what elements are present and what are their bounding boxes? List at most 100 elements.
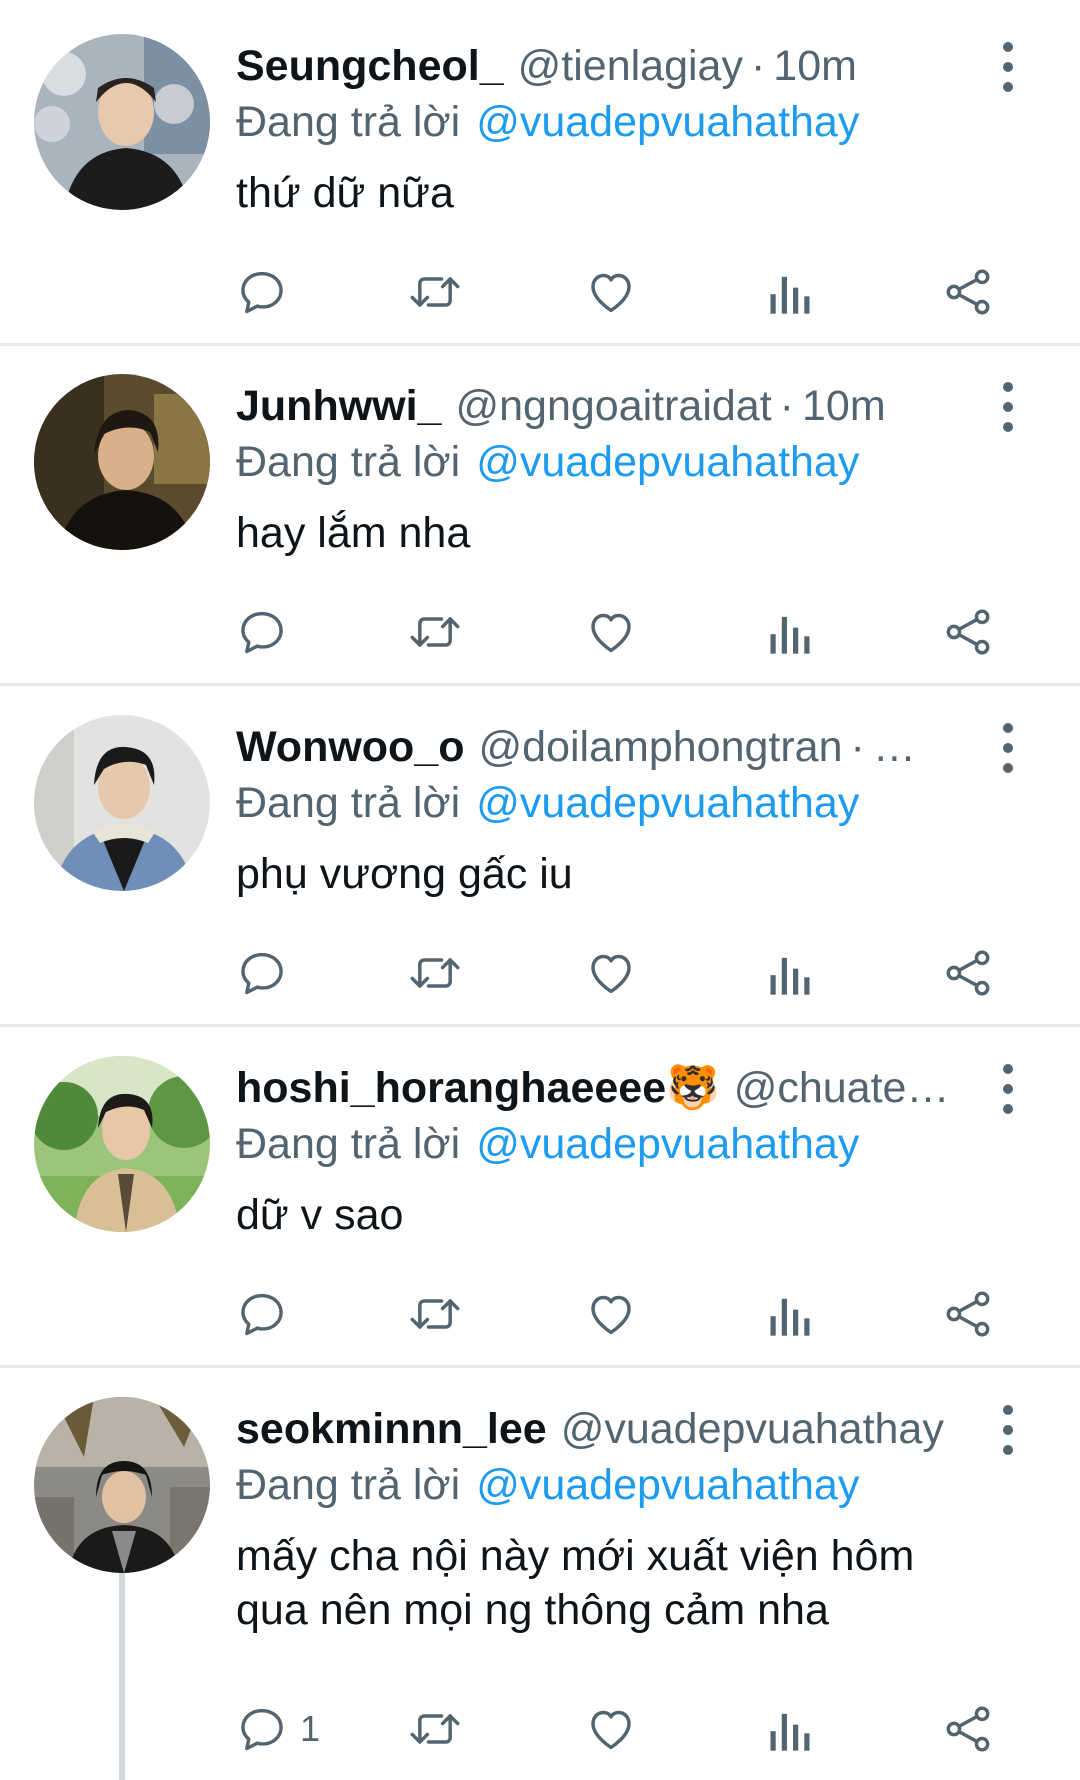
tweet-text: hay lắm nha <box>236 509 471 557</box>
views-button[interactable] <box>768 943 812 1003</box>
separator-dot: · <box>779 382 794 430</box>
timestamp[interactable]: … <box>873 717 916 777</box>
replying-to: Đang trả lời @vuadepvuahathay <box>236 1455 859 1515</box>
retweet-icon <box>410 277 460 307</box>
tweet-text: thứ dữ nữa <box>236 169 454 217</box>
replying-to-label: Đang trả lời <box>236 1120 461 1168</box>
like-icon <box>591 613 631 653</box>
action-bar <box>236 262 1016 322</box>
reply-button[interactable] <box>236 262 300 322</box>
user-handle[interactable]: @doilamphongtran <box>479 717 843 777</box>
more-icon[interactable] <box>990 382 1026 432</box>
retweet-icon <box>410 958 460 988</box>
user-handle[interactable]: @chuatenha <box>734 1058 956 1118</box>
action-bar <box>236 943 1016 1003</box>
tweet[interactable]: Wonwoo_o @doilamphongtran · … Đang trả l… <box>0 681 1080 1024</box>
share-button[interactable] <box>942 602 994 662</box>
like-button[interactable] <box>584 602 638 662</box>
tweet-header: hoshi_horanghaeeee 🐯 @chuatenha <box>236 1058 956 1118</box>
reply-icon <box>241 952 283 995</box>
replying-to-mention[interactable]: @vuadepvuahathay <box>476 1461 859 1509</box>
user-handle[interactable]: @tienlagiay <box>518 36 743 96</box>
replying-to-mention[interactable]: @vuadepvuahathay <box>476 779 859 827</box>
separator-dot: · <box>850 723 865 771</box>
share-icon <box>946 269 990 315</box>
retweet-icon <box>410 1714 460 1744</box>
share-icon <box>946 1291 990 1337</box>
avatar[interactable] <box>34 1056 210 1232</box>
views-button[interactable] <box>768 602 812 662</box>
retweet-button[interactable] <box>406 1284 464 1344</box>
views-icon <box>770 1298 810 1336</box>
tweet-header: seokminnn_lee @vuadepvuahathay <box>236 1399 956 1459</box>
tweet-text: mấy cha nội này mới xuất viện hôm qua nê… <box>236 1532 915 1634</box>
replying-to: Đang trả lời @vuadepvuahathay <box>236 773 859 833</box>
share-icon <box>946 950 990 996</box>
views-icon <box>770 957 810 995</box>
like-icon <box>591 1295 631 1335</box>
display-name[interactable]: hoshi_horanghaeeee <box>236 1058 666 1118</box>
retweet-button[interactable] <box>406 943 464 1003</box>
retweet-button[interactable] <box>406 1699 464 1759</box>
thread-connector <box>119 1573 125 1780</box>
avatar[interactable] <box>34 1397 210 1573</box>
more-icon[interactable] <box>990 1405 1026 1455</box>
views-button[interactable] <box>768 1284 812 1344</box>
replying-to: Đang trả lời @vuadepvuahathay <box>236 92 859 152</box>
tweet-header: Junhwwi_ @ngngoaitraidat · 10m <box>236 376 956 436</box>
action-bar <box>236 1284 1016 1344</box>
user-handle[interactable]: @ngngoaitraidat <box>455 376 771 436</box>
display-name[interactable]: Seungcheol_ <box>236 36 504 96</box>
views-icon <box>770 616 810 654</box>
tweet[interactable]: hoshi_horanghaeeee 🐯 @chuatenha Đang trả… <box>0 1022 1080 1365</box>
tweet-header: Wonwoo_o @doilamphongtran · … <box>236 717 956 777</box>
reply-button[interactable] <box>236 943 300 1003</box>
retweet-icon <box>410 1299 460 1329</box>
replying-to-mention[interactable]: @vuadepvuahathay <box>476 98 859 146</box>
more-icon[interactable] <box>990 723 1026 773</box>
replying-to-label: Đang trả lời <box>236 1461 461 1509</box>
avatar[interactable] <box>34 374 210 550</box>
more-icon[interactable] <box>990 42 1026 92</box>
like-icon <box>591 954 631 994</box>
display-name[interactable]: seokminnn_lee <box>236 1399 547 1459</box>
replying-to-label: Đang trả lời <box>236 438 461 486</box>
replying-to-mention[interactable]: @vuadepvuahathay <box>476 438 859 486</box>
avatar[interactable] <box>34 715 210 891</box>
reply-count: 1 <box>300 1708 321 1749</box>
separator-dot: · <box>750 42 766 90</box>
timestamp[interactable]: 10m <box>773 36 857 96</box>
replying-to-mention[interactable]: @vuadepvuahathay <box>476 1120 859 1168</box>
views-button[interactable] <box>768 262 812 322</box>
views-button[interactable] <box>768 1699 812 1759</box>
tweet[interactable]: Seungcheol_ @tienlagiay · 10m Đang trả l… <box>0 0 1080 343</box>
display-name[interactable]: Wonwoo_o <box>236 717 465 777</box>
retweet-button[interactable] <box>406 262 464 322</box>
avatar[interactable] <box>34 34 210 210</box>
reply-button[interactable] <box>236 1284 300 1344</box>
tweet[interactable]: Junhwwi_ @ngngoaitraidat · 10m Đang trả … <box>0 340 1080 683</box>
replying-to: Đang trả lời @vuadepvuahathay <box>236 1114 859 1174</box>
share-button[interactable] <box>942 1284 994 1344</box>
display-name[interactable]: Junhwwi_ <box>236 376 441 436</box>
more-icon[interactable] <box>990 1064 1026 1114</box>
user-handle[interactable]: @vuadepvuahathay <box>561 1399 944 1459</box>
reply-icon <box>241 611 283 654</box>
retweet-icon <box>410 617 460 647</box>
tweet-text: dữ v sao <box>236 1191 404 1239</box>
like-button[interactable] <box>584 1699 638 1759</box>
like-button[interactable] <box>584 943 638 1003</box>
share-button[interactable] <box>942 943 994 1003</box>
like-button[interactable] <box>584 1284 638 1344</box>
share-button[interactable] <box>942 1699 994 1759</box>
tweet[interactable]: seokminnn_lee @vuadepvuahathay Đang trả … <box>0 1363 1080 1780</box>
like-icon <box>591 1710 631 1750</box>
timestamp[interactable]: 10m <box>802 376 886 436</box>
reply-feed: Seungcheol_ @tienlagiay · 10m Đang trả l… <box>0 0 1080 1780</box>
reply-button[interactable]: 1 <box>236 1699 320 1759</box>
share-button[interactable] <box>942 262 994 322</box>
reply-button[interactable] <box>236 602 300 662</box>
retweet-button[interactable] <box>406 602 464 662</box>
like-button[interactable] <box>584 262 638 322</box>
reply-icon <box>241 1708 283 1751</box>
